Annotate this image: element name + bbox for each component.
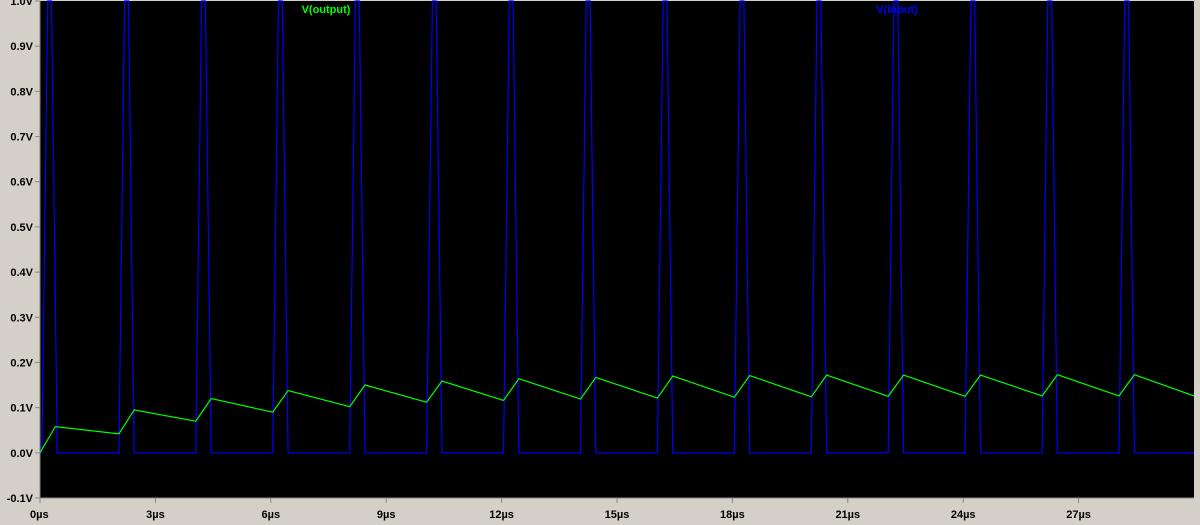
y-tick-label: 0.0V xyxy=(10,448,33,460)
y-tick-label: 0.4V xyxy=(10,267,33,279)
y-tick-label: 0.8V xyxy=(10,86,33,98)
x-tick-label: 12µs xyxy=(489,509,514,521)
waveform-chart: 1.0V 0.9V 0.8V 0.7V 0.6V 0.5V 0.4V 0.3V 0.2V 0.1V… xyxy=(7,0,1195,521)
legend-label-output[interactable]: V(output) xyxy=(302,4,351,16)
x-tick-label: 0µs xyxy=(30,509,49,521)
x-tick-label: 6µs xyxy=(262,509,281,521)
y-tick-label: 0.5V xyxy=(10,222,33,234)
x-tick-label: 27µs xyxy=(1066,509,1091,521)
y-tick-label: 0.7V xyxy=(10,132,33,144)
x-tick-label: 9µs xyxy=(377,509,396,521)
y-tick-label: 1.0V xyxy=(10,0,33,8)
y-tick-label: 0.9V xyxy=(10,41,33,53)
x-tick-label: 18µs xyxy=(720,509,745,521)
y-tick-label: 0.3V xyxy=(10,312,33,324)
y-tick-label: 0.1V xyxy=(10,403,33,415)
x-tick-label: 24µs xyxy=(951,509,976,521)
x-tick-label: 21µs xyxy=(835,509,860,521)
y-tick-label: 0.2V xyxy=(10,357,33,369)
y-tick-label: 0.6V xyxy=(10,177,33,189)
legend-label-input[interactable]: V(input) xyxy=(876,4,918,16)
y-tick-label: -0.1V xyxy=(7,493,34,505)
x-tick-label: 15µs xyxy=(605,509,630,521)
plot-area[interactable] xyxy=(40,1,1194,498)
x-tick-label: 3µs xyxy=(146,509,165,521)
